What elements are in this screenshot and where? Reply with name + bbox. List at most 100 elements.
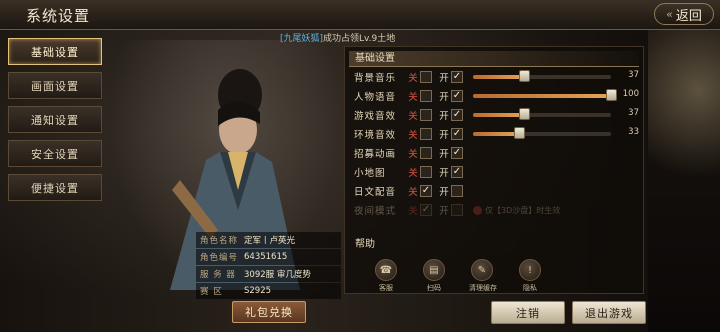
volume-slider[interactable]	[473, 70, 611, 82]
off-label: 关	[408, 148, 418, 160]
setting-note: 仅【3D沙盘】时生效	[473, 205, 560, 216]
off-label: 关	[408, 110, 418, 122]
settings-panel: 基础设置 背景音乐关开 ✓ 37 人物语音关开 ✓ 100 游戏音效关开 ✓ 37 环境音效关开 ✓…	[344, 46, 644, 294]
sidebar-item-graphics[interactable]: 画面设置	[8, 72, 102, 99]
checkbox[interactable]	[420, 70, 432, 83]
off-toggle[interactable]: 关 ✓	[406, 184, 432, 198]
checkmark-icon[interactable]: ✓	[451, 108, 463, 121]
off-toggle[interactable]: 关	[406, 89, 432, 103]
slider-fill	[473, 132, 519, 136]
slider-handle[interactable]	[519, 70, 531, 82]
slider-value: 37	[628, 70, 639, 80]
help-item-4[interactable]: ! 隐私	[517, 259, 543, 293]
off-label: 关	[408, 91, 418, 103]
section-title: 基础设置	[349, 51, 639, 67]
setting-label: 背景音乐	[354, 72, 397, 84]
settings-sidebar: 基础设置 画面设置 通知设置 安全设置 便捷设置	[8, 38, 102, 208]
on-toggle[interactable]: 开 ✓	[437, 165, 463, 179]
help-item-2[interactable]: ▤ 扫码	[421, 259, 447, 293]
off-toggle[interactable]: 关	[406, 127, 432, 141]
back-button[interactable]: « 返回	[654, 3, 714, 25]
slider-handle[interactable]	[513, 127, 525, 139]
setting-row: 环境音效关 开 ✓ 33	[345, 124, 643, 143]
on-label: 开	[439, 186, 449, 198]
setting-row: 小地图 关 开 ✓	[345, 162, 643, 181]
privacy-icon: !	[519, 259, 541, 281]
on-toggle[interactable]: 开 ✓	[437, 146, 463, 160]
info-row: 角色名称 定军丨卢英光	[196, 232, 341, 248]
broom-icon: ✎	[471, 259, 493, 281]
setting-row: 夜间模式关 ✓ 开 仅【3D沙盘】时生效	[345, 200, 643, 219]
help-item-1[interactable]: ☎ 客服	[373, 259, 399, 293]
on-toggle[interactable]: 开	[437, 184, 463, 198]
gift-redeem-button[interactable]: 礼包兑换	[232, 301, 306, 323]
setting-row: 背景音乐关 开 ✓ 37	[345, 67, 643, 86]
setting-label: 小地图	[354, 167, 386, 179]
checkmark-icon[interactable]: ✓	[420, 184, 432, 197]
settings-rows: 背景音乐关开 ✓ 37 人物语音关开 ✓ 100 游戏音效关开 ✓ 37 环境音效关开 ✓ 33 招募动…	[345, 67, 643, 219]
checkmark-icon[interactable]: ✓	[451, 70, 463, 83]
setting-label: 环境音效	[354, 129, 397, 141]
slider-handle[interactable]	[519, 108, 531, 120]
quit-game-button[interactable]: 退出游戏	[572, 301, 646, 324]
volume-slider[interactable]	[473, 108, 611, 120]
info-row: 角色编号 64351615	[196, 249, 341, 265]
checkbox[interactable]	[420, 146, 432, 159]
setting-row: 人物语音关 开 ✓ 100	[345, 86, 643, 105]
sidebar-item-notifications[interactable]: 通知设置	[8, 106, 102, 133]
help-icons: ☎ 客服 ▤ 扫码 ✎ 清理缓存 ! 隐私	[345, 259, 643, 293]
off-label: 关	[408, 129, 418, 141]
off-label: 关	[408, 167, 418, 179]
off-label: 关	[408, 186, 418, 198]
on-toggle[interactable]: 开 ✓	[437, 70, 463, 84]
help-item-3[interactable]: ✎ 清理缓存	[469, 259, 497, 293]
volume-slider[interactable]	[473, 127, 611, 139]
info-value: 定军丨卢英光	[244, 236, 296, 246]
on-toggle[interactable]: 开 ✓	[437, 108, 463, 122]
on-toggle[interactable]: 开 ✓	[437, 89, 463, 103]
checkbox[interactable]	[420, 108, 432, 121]
volume-slider[interactable]	[473, 89, 617, 101]
setting-label: 夜间模式	[354, 205, 397, 217]
off-toggle[interactable]: 关	[406, 165, 432, 179]
help-item-label: 清理缓存	[469, 284, 497, 292]
on-toggle[interactable]: 开	[437, 203, 463, 217]
sidebar-item-convenience[interactable]: 便捷设置	[8, 174, 102, 201]
logout-button[interactable]: 注销	[491, 301, 565, 324]
off-toggle[interactable]: 关	[406, 70, 432, 84]
help-item-label: 客服	[379, 284, 393, 292]
slider-fill	[473, 94, 611, 98]
alert-icon	[473, 206, 482, 215]
off-toggle[interactable]: 关 ✓	[406, 203, 432, 217]
sidebar-item-basic[interactable]: 基础设置	[8, 38, 102, 65]
checkbox[interactable]	[420, 165, 432, 178]
info-value: S2925	[244, 286, 272, 296]
slider-fill	[473, 75, 525, 79]
checkmark-icon[interactable]: ✓	[451, 165, 463, 178]
info-key: 角色编号	[200, 253, 239, 263]
checkbox[interactable]	[420, 89, 432, 102]
setting-label: 日文配音	[354, 186, 397, 198]
on-label: 开	[439, 91, 449, 103]
sidebar-item-security[interactable]: 安全设置	[8, 140, 102, 167]
info-value: 64351615	[244, 252, 288, 262]
off-label: 关	[408, 205, 418, 217]
on-label: 开	[439, 148, 449, 160]
setting-row: 招募动画关 开 ✓	[345, 143, 643, 162]
checkbox[interactable]	[451, 184, 463, 197]
off-toggle[interactable]: 关	[406, 146, 432, 160]
off-toggle[interactable]: 关	[406, 108, 432, 122]
info-row: 赛 区 S2925	[196, 283, 341, 299]
on-toggle[interactable]: 开 ✓	[437, 127, 463, 141]
slider-handle[interactable]	[606, 89, 617, 101]
on-label: 开	[439, 72, 449, 84]
checkbox[interactable]	[451, 203, 463, 216]
setting-label: 招募动画	[354, 148, 397, 160]
checkmark-icon[interactable]: ✓	[420, 203, 432, 216]
checkmark-icon[interactable]: ✓	[451, 89, 463, 102]
help-section: 帮助 ☎ 客服 ▤ 扫码 ✎ 清理缓存! 隐私	[345, 233, 643, 293]
checkmark-icon[interactable]: ✓	[451, 127, 463, 140]
checkbox[interactable]	[420, 127, 432, 140]
checkmark-icon[interactable]: ✓	[451, 146, 463, 159]
help-item-label: 扫码	[427, 284, 441, 292]
